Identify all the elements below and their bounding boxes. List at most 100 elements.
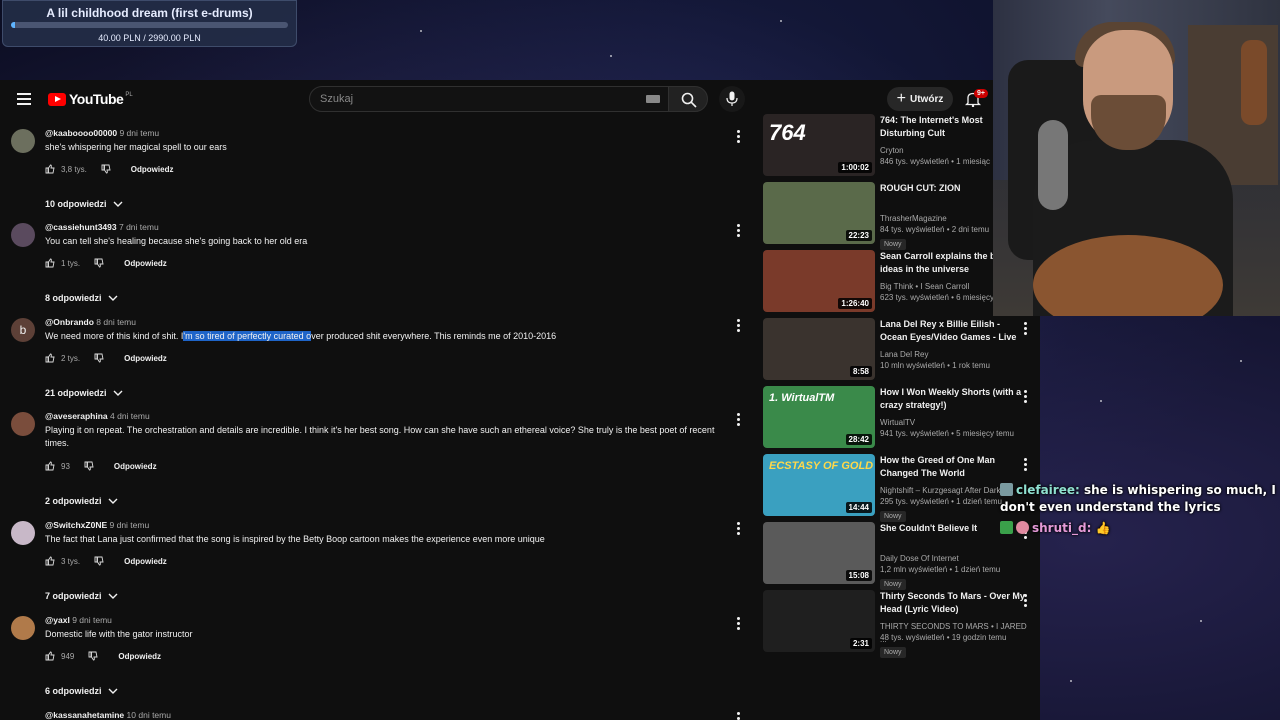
goal-progress-fill: [11, 22, 15, 28]
channel-name-text: ThrasherMagazine: [880, 214, 947, 223]
comment-actions: 3,8 tys. Odpowiedz: [45, 164, 173, 174]
youtube-logo[interactable]: YouTube PL: [48, 91, 133, 107]
recommendation-item[interactable]: ECSTASY OF GOLD 14:44 How the Greed of One…: [763, 454, 1040, 522]
comment-author[interactable]: @kassanahetamine: [45, 710, 124, 720]
avatar[interactable]: [11, 521, 35, 545]
recommendation-item[interactable]: 2:31 Thirty Seconds To Mars - Over My Hea…: [763, 590, 1040, 658]
comment-time[interactable]: 9 dni temu: [72, 615, 112, 625]
thumbnail-text: 764: [769, 120, 806, 145]
video-title[interactable]: How the Greed of One Man Changed The Wor…: [880, 454, 1025, 480]
comment-more-icon[interactable]: [737, 617, 740, 632]
like-icon[interactable]: [45, 461, 55, 471]
comment-author[interactable]: @cassiehunt3493: [45, 222, 117, 232]
comment-author[interactable]: @kaaboooo00000: [45, 128, 117, 138]
avatar[interactable]: [11, 223, 35, 247]
video-thumbnail[interactable]: 2:31: [763, 590, 875, 652]
video-title[interactable]: Thirty Seconds To Mars - Over My Head (L…: [880, 590, 1025, 616]
comment-more-icon[interactable]: [737, 130, 740, 145]
view-replies-button[interactable]: 6 odpowiedzi: [45, 686, 118, 696]
video-thumbnail[interactable]: 1:26:40: [763, 250, 875, 312]
channel-name[interactable]: WirtualTV: [880, 416, 1030, 429]
video-thumbnail[interactable]: ECSTASY OF GOLD 14:44: [763, 454, 875, 516]
like-icon[interactable]: [45, 258, 55, 268]
video-more-icon[interactable]: [1024, 322, 1027, 337]
comment-more-icon[interactable]: [737, 413, 740, 428]
comment-more-icon[interactable]: [737, 224, 740, 239]
view-replies-button[interactable]: 8 odpowiedzi: [45, 293, 118, 303]
channel-name-text: Cryton: [880, 146, 904, 155]
new-badge: Nowy: [880, 239, 906, 250]
replies-count: 8 odpowiedzi: [45, 293, 102, 303]
comment-header: @kassanahetamine 10 dni temu: [45, 710, 171, 720]
search-button[interactable]: [668, 86, 708, 112]
view-replies-button[interactable]: 7 odpowiedzi: [45, 591, 118, 601]
dislike-icon[interactable]: [84, 461, 94, 471]
comment-time[interactable]: 9 dni temu: [119, 128, 159, 138]
video-thumbnail[interactable]: 764 1:00:02: [763, 114, 875, 176]
reply-button[interactable]: Odpowiedz: [118, 652, 161, 661]
youtube-window: YouTube PL Szukaj + Utwórz 9+ @kaaboooo0…: [0, 80, 1040, 720]
reply-button[interactable]: Odpowiedz: [114, 462, 157, 471]
comment-author[interactable]: @SwitchxZ0NE: [45, 520, 107, 530]
reply-button[interactable]: Odpowiedz: [131, 165, 174, 174]
like-icon[interactable]: [45, 651, 55, 661]
recommendation-item[interactable]: 15:08 She Couldn't Believe It Daily Dose O…: [763, 522, 1040, 590]
comment-time[interactable]: 10 dni temu: [127, 710, 171, 720]
chat-text: 👍: [1095, 521, 1111, 535]
comment-time[interactable]: 4 dni temu: [110, 411, 150, 421]
like-icon[interactable]: [45, 164, 55, 174]
reply-button[interactable]: Odpowiedz: [124, 557, 167, 566]
like-icon[interactable]: [45, 556, 55, 566]
channel-name[interactable]: Daily Dose Of Internet: [880, 552, 1030, 565]
menu-icon[interactable]: [17, 93, 31, 105]
recommendation-item[interactable]: 8:58 Lana Del Rey x Billie Eilish - Ocean…: [763, 318, 1040, 380]
video-more-icon[interactable]: [1024, 390, 1027, 405]
video-title[interactable]: How I Won Weekly Shorts (with a crazy st…: [880, 386, 1025, 412]
view-replies-button[interactable]: 21 odpowiedzi: [45, 388, 123, 398]
avatar[interactable]: [11, 616, 35, 640]
video-thumbnail[interactable]: 1. WirtualTM 28:42: [763, 386, 875, 448]
reply-button[interactable]: Odpowiedz: [124, 354, 167, 363]
avatar[interactable]: [11, 129, 35, 153]
chat-username: clefairee:: [1016, 483, 1080, 497]
video-meta: 941 tys. wyświetleń • 5 miesięcy temu: [880, 429, 1014, 438]
comment-author[interactable]: @aveseraphina: [45, 411, 108, 421]
comment-header: @aveseraphina 4 dni temu: [45, 411, 150, 421]
recommendation-item[interactable]: 1. WirtualTM 28:42 How I Won Weekly Shorts…: [763, 386, 1040, 448]
keyboard-icon[interactable]: [646, 95, 660, 103]
comment-author[interactable]: @yaxl: [45, 615, 70, 625]
comment-actions: 2 tys. Odpowiedz: [45, 353, 167, 363]
comment-text: The fact that Lana just confirmed that t…: [45, 534, 545, 544]
avatar[interactable]: b: [11, 318, 35, 342]
dislike-icon[interactable]: [101, 164, 111, 174]
video-thumbnail[interactable]: 22:23: [763, 182, 875, 244]
voice-search-button[interactable]: [719, 86, 745, 112]
comment-more-icon[interactable]: [737, 522, 740, 537]
video-thumbnail[interactable]: 15:08: [763, 522, 875, 584]
video-more-icon[interactable]: [1024, 458, 1027, 473]
video-more-icon[interactable]: [1024, 594, 1027, 609]
comment-author[interactable]: @Onbrando: [45, 317, 94, 327]
view-replies-button[interactable]: 10 odpowiedzi: [45, 199, 123, 209]
video-title[interactable]: Lana Del Rey x Billie Eilish - Ocean Eye…: [880, 318, 1025, 344]
dislike-icon[interactable]: [94, 353, 104, 363]
dislike-icon[interactable]: [88, 651, 98, 661]
avatar[interactable]: [11, 412, 35, 436]
video-meta: 1,2 mln wyświetleń • 1 dzień temu: [880, 565, 1001, 574]
comment-time[interactable]: 9 dni temu: [110, 520, 150, 530]
like-icon[interactable]: [45, 353, 55, 363]
comment-more-icon[interactable]: [737, 319, 740, 334]
dislike-icon[interactable]: [94, 258, 104, 268]
comment-more-icon[interactable]: [737, 712, 740, 720]
search-input[interactable]: Szukaj: [309, 86, 669, 112]
comment-actions: 93 Odpowiedz: [45, 461, 157, 471]
comment-time[interactable]: 8 dni temu: [96, 317, 136, 327]
channel-name[interactable]: Lana Del Rey: [880, 348, 1030, 361]
create-button[interactable]: + Utwórz: [887, 87, 953, 111]
dislike-icon[interactable]: [94, 556, 104, 566]
reply-button[interactable]: Odpowiedz: [124, 259, 167, 268]
video-thumbnail[interactable]: 8:58: [763, 318, 875, 380]
comment-time[interactable]: 7 dni temu: [119, 222, 159, 232]
comment-header: @cassiehunt3493 7 dni temu: [45, 222, 159, 232]
view-replies-button[interactable]: 2 odpowiedzi: [45, 496, 118, 506]
